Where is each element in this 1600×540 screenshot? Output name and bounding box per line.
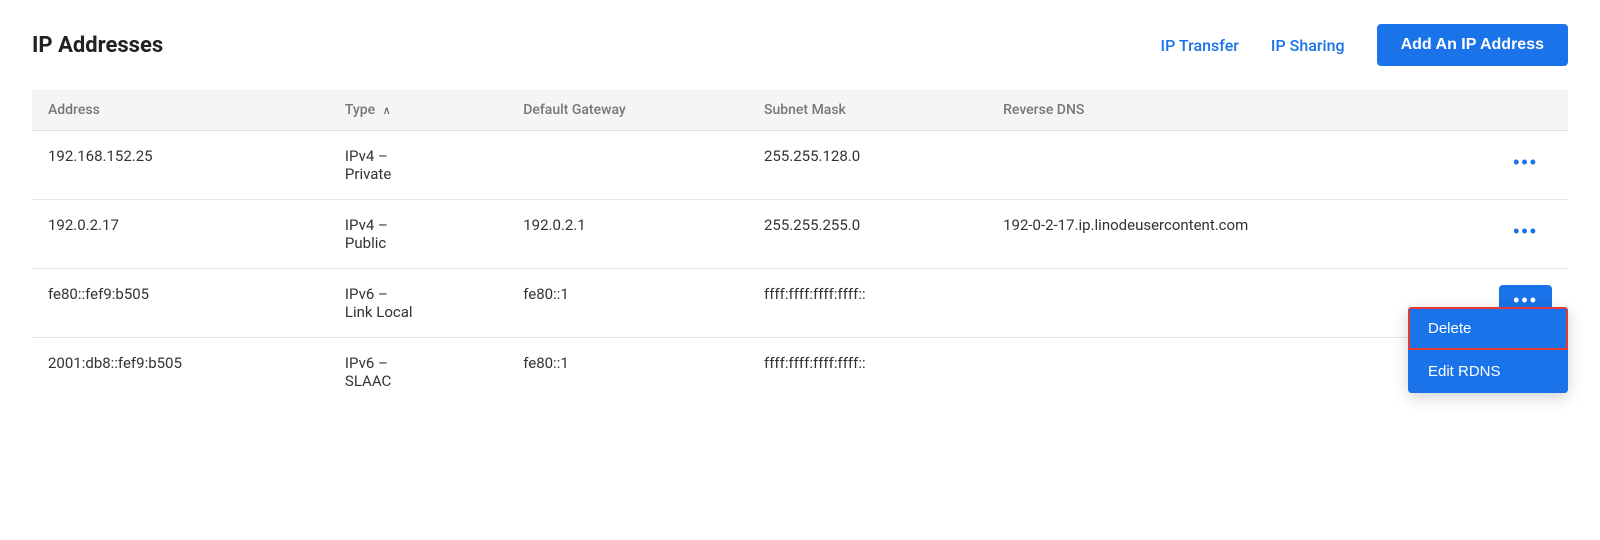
edit_rdns-button[interactable]: Edit RDNS bbox=[1408, 350, 1568, 393]
col-subnet-mask: Subnet Mask bbox=[748, 90, 987, 131]
page-title: IP Addresses bbox=[32, 33, 163, 58]
cell-subnet-mask: ffff:ffff:ffff:ffff:: bbox=[748, 269, 987, 338]
col-actions bbox=[1483, 90, 1568, 131]
table-header-row: Address Type ∧ Default Gateway Subnet Ma… bbox=[32, 90, 1568, 131]
cell-default-gateway bbox=[507, 131, 748, 200]
cell-action: ••• bbox=[1483, 200, 1568, 269]
table-row: fe80::fef9:b505IPv6 – Link Localfe80::1f… bbox=[32, 269, 1568, 338]
cell-type: IPv4 – Public bbox=[329, 200, 507, 269]
cell-address: fe80::fef9:b505 bbox=[32, 269, 329, 338]
cell-address: 192.0.2.17 bbox=[32, 200, 329, 269]
add-ip-address-button[interactable]: Add An IP Address bbox=[1377, 24, 1568, 66]
col-default-gateway: Default Gateway bbox=[507, 90, 748, 131]
cell-type: IPv6 – SLAAC bbox=[329, 338, 507, 407]
dropdown-menu: DeleteEdit RDNS bbox=[1408, 307, 1568, 393]
page-container: IP Addresses IP Transfer IP Sharing Add … bbox=[0, 0, 1600, 540]
cell-default-gateway: 192.0.2.1 bbox=[507, 200, 748, 269]
table-row: 192.0.2.17IPv4 – Public192.0.2.1255.255.… bbox=[32, 200, 1568, 269]
col-address: Address bbox=[32, 90, 329, 131]
cell-default-gateway: fe80::1 bbox=[507, 338, 748, 407]
col-reverse-dns: Reverse DNS bbox=[987, 90, 1483, 131]
ip-transfer-link[interactable]: IP Transfer bbox=[1161, 36, 1239, 55]
cell-default-gateway: fe80::1 bbox=[507, 269, 748, 338]
delete-button[interactable]: Delete bbox=[1408, 307, 1568, 350]
cell-subnet-mask: ffff:ffff:ffff:ffff:: bbox=[748, 338, 987, 407]
cell-subnet-mask: 255.255.255.0 bbox=[748, 200, 987, 269]
cell-action: ••• bbox=[1483, 131, 1568, 200]
ip-addresses-table: Address Type ∧ Default Gateway Subnet Ma… bbox=[32, 90, 1568, 406]
cell-address: 2001:db8::fef9:b505 bbox=[32, 338, 329, 407]
cell-address: 192.168.152.25 bbox=[32, 131, 329, 200]
cell-reverse-dns bbox=[987, 131, 1483, 200]
header-actions: IP Transfer IP Sharing Add An IP Address bbox=[1161, 24, 1568, 66]
cell-type: IPv6 – Link Local bbox=[329, 269, 507, 338]
sort-asc-icon: ∧ bbox=[383, 104, 391, 117]
col-type: Type ∧ bbox=[329, 90, 507, 131]
table-row: 192.168.152.25IPv4 – Private 255.255.128.… bbox=[32, 131, 1568, 200]
cell-reverse-dns: 192-0-2-17.ip.linodeusercontent.com bbox=[987, 200, 1483, 269]
ip-sharing-link[interactable]: IP Sharing bbox=[1271, 36, 1345, 55]
table-row: 2001:db8::fef9:b505IPv6 – SLAACfe80::1ff… bbox=[32, 338, 1568, 407]
more-options-button[interactable]: ••• bbox=[1499, 216, 1552, 246]
cell-action: •••DeleteEdit RDNS bbox=[1483, 269, 1568, 338]
page-header: IP Addresses IP Transfer IP Sharing Add … bbox=[32, 24, 1568, 66]
more-options-button[interactable]: ••• bbox=[1499, 147, 1552, 177]
cell-subnet-mask: 255.255.128.0 bbox=[748, 131, 987, 200]
cell-type: IPv4 – Private bbox=[329, 131, 507, 200]
